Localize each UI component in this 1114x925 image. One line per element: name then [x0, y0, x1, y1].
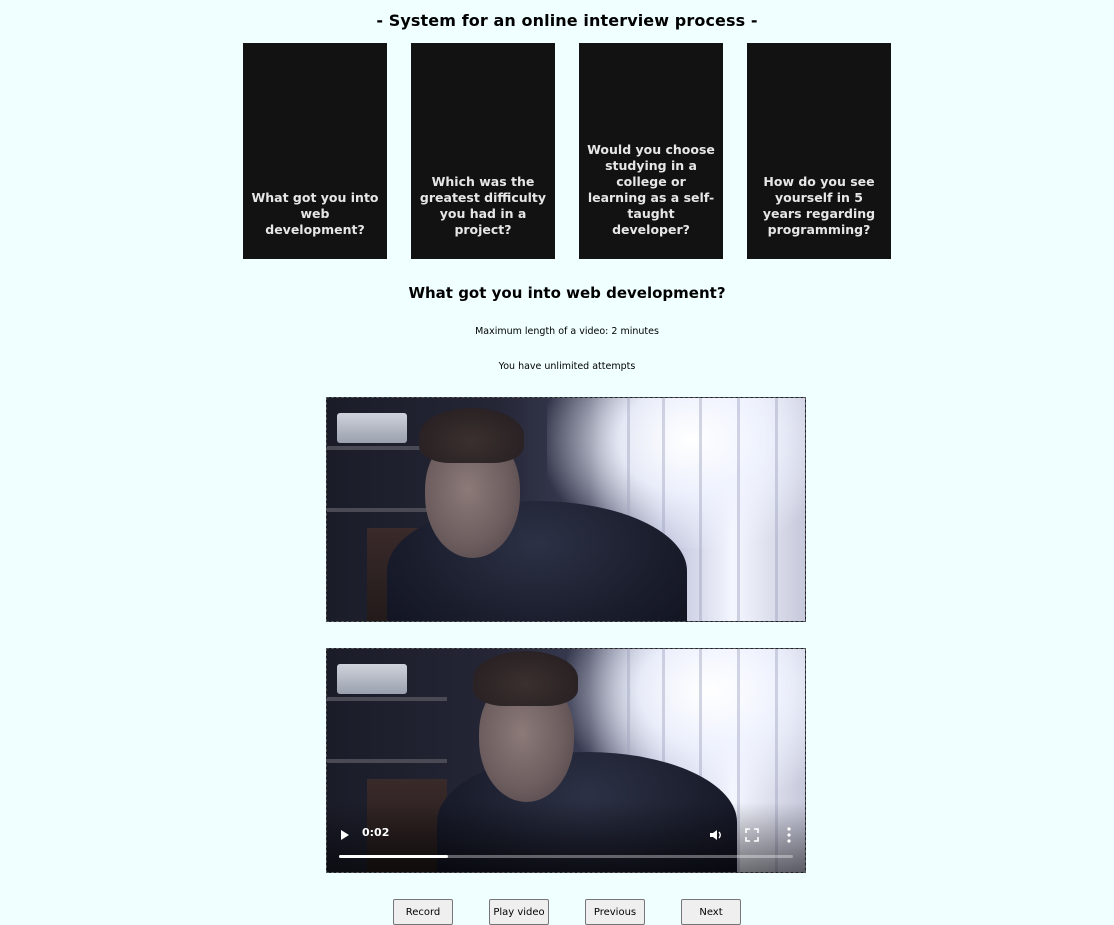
current-question-heading: What got you into web development?: [408, 284, 726, 302]
next-button[interactable]: Next: [681, 899, 741, 925]
question-card-text: Would you choose studying in a college o…: [587, 142, 715, 237]
video-time-display: 0:02: [362, 826, 390, 839]
video-progress-fill: [339, 855, 448, 858]
volume-icon[interactable]: [709, 828, 723, 842]
action-buttons: Record Play video Previous Next: [393, 899, 741, 925]
max-length-note: Maximum length of a video: 2 minutes: [475, 326, 659, 337]
question-card-4[interactable]: How do you see yourself in 5 years regar…: [747, 43, 891, 259]
question-card-2[interactable]: Which was the greatest difficulty you ha…: [411, 43, 555, 259]
video-progress-bar[interactable]: [339, 855, 793, 858]
question-cards: What got you into web development? Which…: [243, 43, 891, 259]
question-card-1[interactable]: What got you into web development?: [243, 43, 387, 259]
question-card-text: How do you see yourself in 5 years regar…: [762, 174, 876, 237]
page-title: - System for an online interview process…: [376, 11, 758, 30]
question-card-text: Which was the greatest difficulty you ha…: [419, 174, 547, 237]
attempts-note: You have unlimited attempts: [498, 361, 636, 372]
video-controls: 0:02: [327, 802, 805, 872]
more-options-icon[interactable]: [787, 827, 791, 843]
previous-button[interactable]: Previous: [585, 899, 645, 925]
question-card-3[interactable]: Would you choose studying in a college o…: [579, 43, 723, 259]
record-button[interactable]: Record: [393, 899, 453, 925]
question-card-text: What got you into web development?: [251, 190, 379, 237]
recorded-video-player[interactable]: 0:02: [326, 648, 806, 873]
fullscreen-icon[interactable]: [745, 828, 759, 842]
webcam-preview: [326, 397, 806, 622]
webcam-image: [327, 398, 805, 621]
play-icon[interactable]: [341, 830, 349, 840]
play-video-button[interactable]: Play video: [489, 899, 549, 925]
